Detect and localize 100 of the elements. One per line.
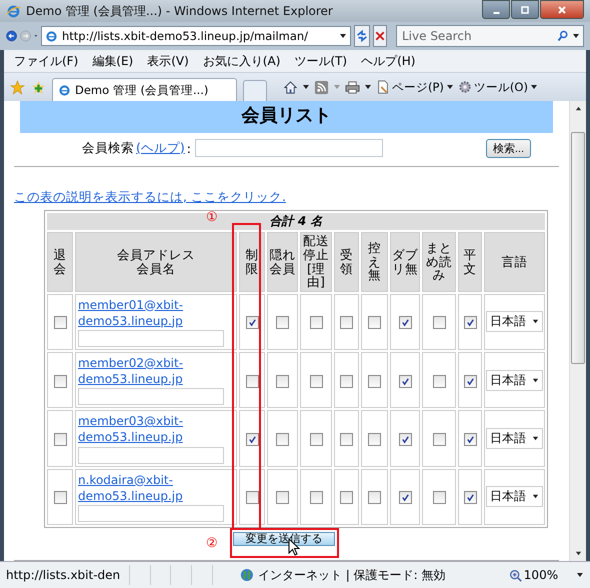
scroll-up-icon[interactable] [574,105,582,112]
zoom-icon [508,568,522,582]
checkbox[interactable] [464,316,476,330]
checkbox[interactable] [464,374,476,388]
checkbox[interactable] [368,491,381,504]
language-dropdown[interactable]: 日本語 [486,311,544,332]
refresh-icon [355,29,369,43]
member-total: 合計 4 名 [270,214,322,228]
menu-item[interactable]: 表示(V) [147,52,189,70]
caret-icon [532,318,540,326]
checkbox[interactable] [432,316,446,330]
checkbox[interactable] [276,491,289,504]
checkbox[interactable] [340,374,353,388]
checkbox[interactable] [276,316,289,330]
checkbox[interactable] [368,316,381,330]
stop-button[interactable] [373,25,387,47]
checkbox[interactable] [276,374,289,388]
minimize-button[interactable] [482,0,510,19]
annotation-number: ② [206,536,218,550]
scrollbar[interactable] [569,101,586,561]
checkbox[interactable] [398,491,412,504]
column-header: まとめ読み [426,240,452,282]
menu-item[interactable]: ヘルプ(H) [361,52,416,70]
member-name-field[interactable] [78,388,224,406]
colon-text: : [186,140,191,156]
print-icon[interactable] [345,80,360,94]
add-favorite-icon[interactable] [31,80,46,94]
submit-button[interactable]: 変更を送信する [233,532,336,546]
checkbox[interactable] [464,491,476,504]
menu-item[interactable]: 編集(E) [92,52,134,70]
checkbox[interactable] [398,316,412,330]
checkbox[interactable] [310,432,322,446]
search-icon[interactable] [557,30,569,42]
checkbox[interactable] [398,432,412,446]
page-icon [58,84,71,96]
column-header: 制限 [246,246,258,276]
new-tab-button[interactable] [243,80,267,101]
checkbox[interactable] [340,432,353,446]
member-name-field[interactable] [78,446,224,464]
search-bar[interactable]: Live Search [396,25,584,47]
menu-item[interactable]: ファイル(F) [14,52,78,70]
caret-icon [532,493,540,500]
star-icon[interactable] [10,80,25,94]
checkbox[interactable] [246,374,258,388]
checkbox[interactable] [310,316,322,330]
search-field[interactable]: Live Search [400,28,554,44]
caret-icon[interactable] [302,83,310,91]
column-header: 控え無 [368,240,381,282]
close-button[interactable] [540,0,584,19]
menu-item[interactable]: お気に入り(A) [202,52,280,70]
checkbox[interactable] [54,374,66,388]
checkbox[interactable] [310,491,322,504]
member-search-field[interactable] [194,139,383,157]
scroll-down-icon[interactable] [574,550,582,557]
checkbox[interactable] [54,491,66,504]
maximize-button[interactable] [511,0,539,19]
caret-icon[interactable] [364,83,372,91]
status-url: http://lists.xbit-den [6,568,122,582]
checkbox[interactable] [54,316,66,330]
checkbox[interactable] [368,374,381,388]
checkbox[interactable] [310,374,322,388]
checkbox[interactable] [276,432,289,446]
language-dropdown[interactable]: 日本語 [486,486,544,508]
browser-tab[interactable]: Demo 管理 (会員管理...) [52,78,237,101]
language-dropdown[interactable]: 日本語 [486,428,544,449]
caret-icon [532,376,540,384]
caret-icon[interactable] [572,32,580,40]
home-icon[interactable] [283,80,298,94]
checkbox[interactable] [432,374,446,388]
caret-icon [532,434,540,442]
checkbox[interactable] [246,316,258,330]
address-field[interactable]: http://lists.xbit-demo53.lineup.jp/mailman/ [41,26,351,46]
member-name-field[interactable] [78,330,224,347]
checkbox[interactable] [340,491,353,504]
menu-item[interactable]: ツール(T) [294,52,348,70]
page-menu-button[interactable]: ページ(P) [376,80,454,94]
caret-icon[interactable] [339,32,347,40]
checkbox[interactable] [368,432,381,446]
caret-icon [530,83,538,91]
language-dropdown[interactable]: 日本語 [486,370,544,391]
checkbox[interactable] [464,432,476,446]
zoom-level[interactable]: 100% [508,568,558,582]
caret-icon[interactable] [576,571,584,579]
help-link[interactable]: (ヘルプ) [136,140,185,156]
checkbox[interactable] [432,432,446,446]
column-header: 会員アドレス 会員名 [117,246,195,276]
checkbox[interactable] [246,432,258,446]
scroll-thumb[interactable] [571,132,585,364]
checkbox[interactable] [54,432,66,446]
search-button[interactable]: 検索... [486,138,531,158]
column-header: 言語 [502,254,528,269]
browser-logo-icon [6,4,21,18]
tools-menu-button[interactable]: ツール(O) [458,80,538,94]
member-name-field[interactable] [78,505,224,522]
checkbox[interactable] [246,491,258,504]
checkbox[interactable] [432,491,446,504]
checkbox[interactable] [398,374,412,388]
refresh-button[interactable] [354,25,370,47]
checkbox[interactable] [340,316,353,330]
table-help-link[interactable]: この表の説明を表示するには, ここをクリック. [14,188,559,206]
